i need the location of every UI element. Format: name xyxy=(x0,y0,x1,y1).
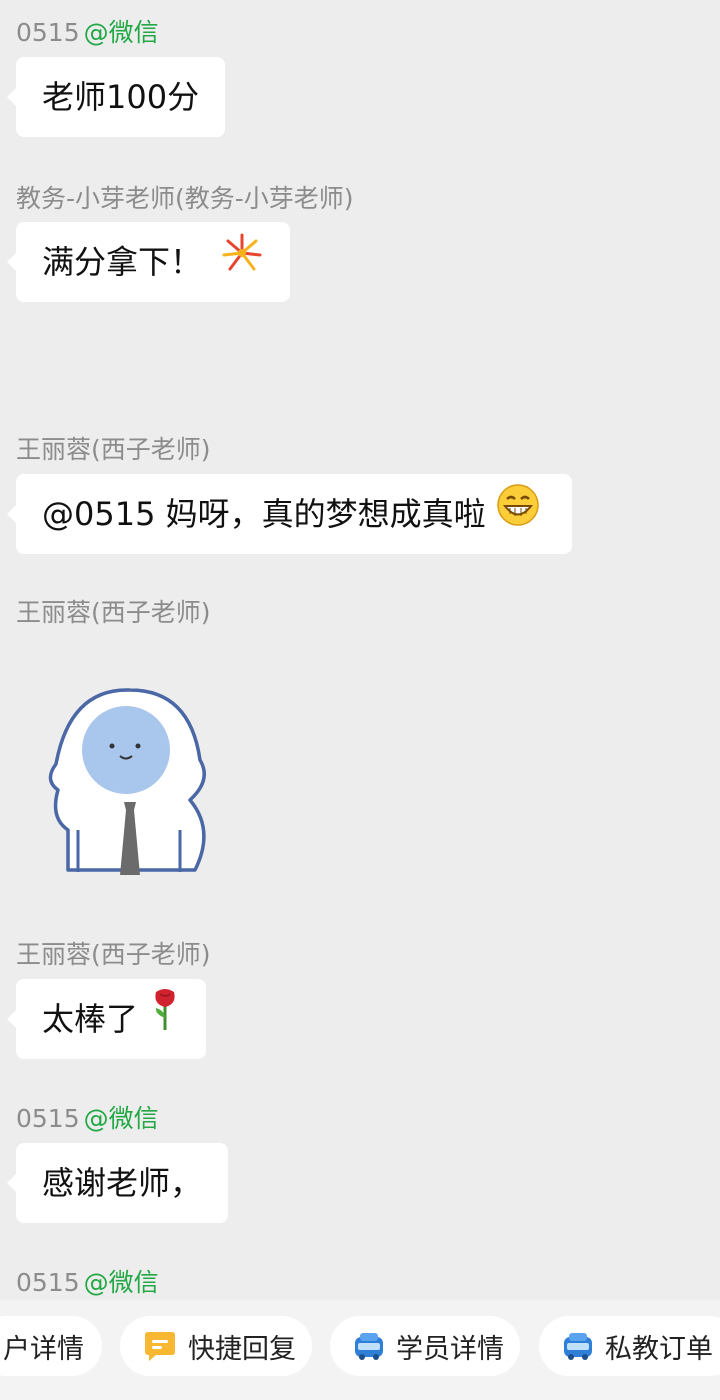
sender-name: 教务-小芽老师(教务-小芽老师) xyxy=(16,184,354,213)
order-icon xyxy=(561,1329,595,1363)
student-icon xyxy=(352,1329,386,1363)
chip-label: 快捷回复 xyxy=(188,1333,296,1365)
chat-area[interactable]: 0515 @微信 老师100分 教务-小芽老师(教务-小芽老师) 满分拿下！ 王… xyxy=(0,0,720,1300)
sender-name: 0515 @微信 xyxy=(16,1104,159,1133)
message-text: 满分拿下！ xyxy=(42,243,203,281)
sender-name: 王丽蓉(西子老师) xyxy=(16,940,211,969)
message-bubble[interactable]: 感谢老师， xyxy=(6,1143,229,1223)
sender-name: 0515 @微信 xyxy=(16,18,159,47)
fireworks-emoji-icon xyxy=(220,224,264,304)
message-bubble[interactable]: @0515 妈呀，真的梦想成真啦 xyxy=(7,474,572,556)
grin-emoji-icon xyxy=(496,476,540,556)
message-text: 太棒了 xyxy=(42,1000,139,1038)
sender-source: @微信 xyxy=(83,18,159,47)
sender-name: 王丽蓉(西子老师) xyxy=(16,598,211,627)
private-order-chip[interactable]: 私教订单 xyxy=(539,1316,720,1376)
chip-label: 学员详情 xyxy=(396,1333,504,1365)
message-text: @0515 妈呀，真的梦想成真啦 xyxy=(42,495,486,533)
chip-label: 户详情 xyxy=(3,1333,84,1365)
message-text: 感谢老师， xyxy=(42,1164,203,1202)
chip-label: 私教订单 xyxy=(605,1333,713,1365)
sender-name: 0515 @微信 xyxy=(16,1268,159,1297)
quick-reply-chip[interactable]: 快捷回复 xyxy=(120,1316,312,1376)
message-bubble[interactable]: 满分拿下！ xyxy=(6,222,291,304)
message-text: 老师100分 xyxy=(42,78,200,116)
quick-action-bar: 户详情 快捷回复 学员详情 私教订单 xyxy=(0,1300,720,1400)
sender-source: @微信 xyxy=(83,1268,159,1297)
quick-reply-icon xyxy=(142,1328,178,1364)
message-bubble[interactable]: 太棒了 xyxy=(6,979,207,1061)
sender-source: @微信 xyxy=(83,1104,159,1133)
student-detail-chip[interactable]: 学员详情 xyxy=(330,1316,520,1376)
sticker-image[interactable] xyxy=(40,680,220,890)
rose-emoji-icon xyxy=(150,981,180,1061)
sender-name: 王丽蓉(西子老师) xyxy=(16,435,211,464)
customer-detail-chip[interactable]: 户详情 xyxy=(0,1316,102,1376)
message-bubble[interactable]: 老师100分 xyxy=(6,57,226,137)
